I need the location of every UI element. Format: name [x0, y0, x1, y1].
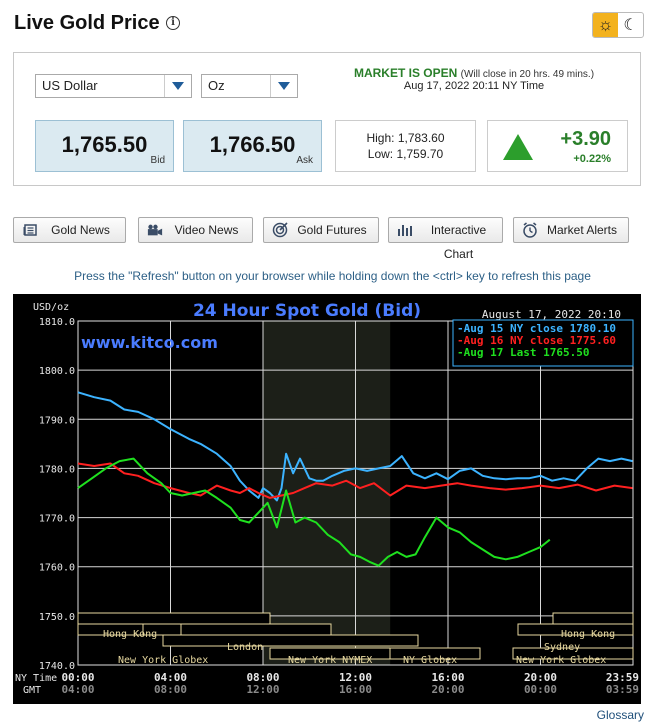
- unit-select-value: Oz: [208, 78, 225, 93]
- bid-box: 1,765.50 Bid: [35, 120, 174, 172]
- legend-entry: -Aug 17 Last 1765.50: [457, 346, 589, 359]
- y-tick-label: 1790.0: [39, 415, 75, 426]
- market-status-label: MARKET IS OPEN: [353, 66, 458, 80]
- interactive-chart-button[interactable]: Interactive Chart: [388, 217, 503, 261]
- day-range: High: 1,783.60 Low: 1,759.70: [335, 120, 476, 172]
- session-bar: [77, 612, 271, 625]
- gold-futures-button[interactable]: Gold Futures: [263, 217, 379, 243]
- glossary-link[interactable]: Glossary: [597, 708, 644, 722]
- market-status: MARKET IS OPEN (Will close in 20 hrs. 49…: [335, 66, 613, 80]
- x-tick-label-gmt: 03:59: [606, 683, 639, 696]
- gold-news-button[interactable]: Gold News: [13, 217, 126, 243]
- market-close-note: (Will close in 20 hrs. 49 mins.): [460, 69, 595, 80]
- chevron-down-icon[interactable]: [164, 75, 191, 97]
- session-label: Hong Kong: [103, 629, 157, 640]
- session-label: Hong Kong: [561, 629, 615, 640]
- high-label: High:: [366, 131, 395, 145]
- y-axis-label: USD/oz: [33, 302, 69, 313]
- market-alerts-button[interactable]: Market Alerts: [513, 217, 629, 243]
- currency-select[interactable]: US Dollar: [35, 74, 192, 98]
- ask-label: Ask: [296, 155, 313, 166]
- session-label: New York Globex: [118, 655, 208, 666]
- theme-toggle[interactable]: ☼ ☾: [592, 12, 644, 38]
- sun-icon[interactable]: ☼: [593, 13, 618, 37]
- gold-news-label: Gold News: [51, 223, 110, 237]
- page-title: Live Gold Price: [14, 12, 160, 34]
- chart-watermark: www.kitco.com: [81, 333, 218, 352]
- bid-label: Bid: [150, 155, 165, 166]
- gold-price-chart: 1810.0 1800.0 1790.0 1780.0 1770.0 1760.0 1750…: [13, 294, 641, 704]
- low-label: Low:: [367, 147, 394, 161]
- session-label: NY Globex: [403, 655, 457, 666]
- session-bar: [180, 623, 332, 636]
- video-news-button[interactable]: Video News: [138, 217, 253, 243]
- session-bar: [162, 634, 419, 647]
- moon-icon[interactable]: ☾: [618, 13, 643, 37]
- price-change: +3.90 +0.22%: [487, 120, 628, 172]
- session-label: Sydney: [544, 642, 580, 653]
- change-amount: +3.90: [560, 128, 611, 150]
- x-tick-label-gmt: 00:00: [524, 683, 557, 696]
- video-news-label: Video News: [174, 223, 239, 237]
- x-tick-label-gmt: 12:00: [246, 683, 279, 696]
- x-tick-label-gmt: 04:00: [61, 683, 94, 696]
- market-time: Aug 17, 2022 20:11 NY Time: [403, 80, 545, 92]
- y-tick-label: 1760.0: [39, 563, 75, 574]
- up-arrow-icon: [503, 134, 533, 160]
- high-value: 1,783.60: [397, 131, 445, 145]
- y-tick-label: 1750.0: [39, 612, 75, 623]
- x-axis-row2-label: GMT: [23, 685, 41, 696]
- x-tick-label-gmt: 20:00: [431, 683, 464, 696]
- x-axis-row1-label: NY Time: [15, 673, 57, 684]
- session-label: New York NYMEX: [288, 655, 372, 666]
- ask-box: 1,766.50 Ask: [183, 120, 322, 172]
- y-tick-label: 1800.0: [39, 366, 75, 377]
- session-label: New York Globex: [516, 655, 606, 666]
- y-tick-label: 1780.0: [39, 464, 75, 475]
- chevron-down-icon[interactable]: [270, 75, 297, 97]
- session-shade: [263, 321, 391, 665]
- interactive-chart-label: Interactive Chart: [430, 223, 487, 261]
- y-tick-label: 1770.0: [39, 514, 75, 525]
- currency-select-value: US Dollar: [42, 78, 98, 93]
- session-bar: [552, 612, 634, 625]
- x-tick-label-gmt: 08:00: [154, 683, 187, 696]
- y-tick-label: 1810.0: [39, 317, 75, 328]
- info-icon[interactable]: i: [166, 16, 180, 30]
- chart-title: 24 Hour Spot Gold (Bid): [193, 301, 421, 321]
- chart-timestamp: August 17, 2022 20:10: [482, 308, 621, 321]
- unit-select[interactable]: Oz: [201, 74, 298, 98]
- x-tick-label-gmt: 16:00: [339, 683, 372, 696]
- market-alerts-label: Market Alerts: [546, 223, 618, 237]
- session-label: London: [227, 642, 263, 653]
- low-value: 1,759.70: [396, 147, 444, 161]
- refresh-note: Press the "Refresh" button on your brows…: [74, 269, 591, 283]
- gold-futures-label: Gold Futures: [297, 223, 367, 237]
- change-percent: +0.22%: [573, 153, 611, 165]
